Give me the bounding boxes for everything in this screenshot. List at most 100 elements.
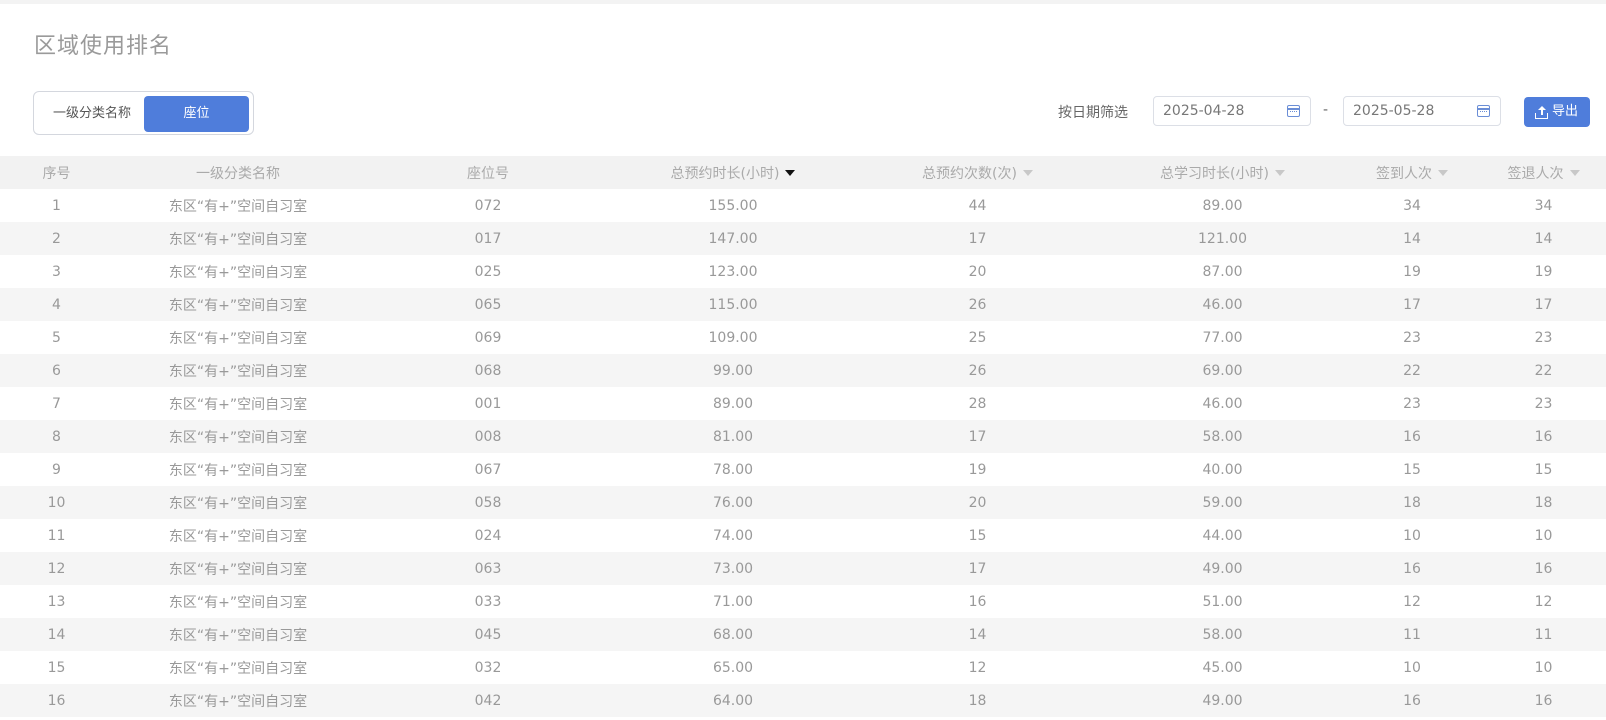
column-header[interactable]: 签退人次 bbox=[1481, 156, 1606, 189]
date-filter-label: 按日期筛选 bbox=[1058, 105, 1128, 121]
sort-caret-icon[interactable] bbox=[1274, 169, 1285, 176]
view-toggle: 一级分类名称 座位 bbox=[33, 91, 254, 135]
table-cell: 15 bbox=[1403, 461, 1421, 478]
start-date-input[interactable] bbox=[1154, 97, 1284, 125]
toggle-seat-option[interactable]: 座位 bbox=[144, 96, 249, 132]
table-row: 6 东区“有+”空间自习室 068 99.00 26 69.00 22 22 bbox=[0, 354, 1606, 387]
table-cell: 1 bbox=[52, 197, 61, 214]
table-cell: 068 bbox=[363, 354, 613, 387]
table-cell: 14 bbox=[853, 618, 1102, 651]
export-button[interactable]: 导出 bbox=[1524, 97, 1590, 127]
table-cell: 115.00 bbox=[613, 288, 853, 321]
column-header[interactable]: 总预约次数(次) bbox=[853, 156, 1102, 189]
column-header[interactable]: 签到人次 bbox=[1343, 156, 1481, 189]
table-cell: 东区“有+”空间自习室 bbox=[168, 660, 308, 677]
end-date-input[interactable] bbox=[1344, 97, 1474, 125]
table-row: 2 东区“有+”空间自习室 017 147.00 17 121.00 14 14 bbox=[0, 222, 1606, 255]
table-cell: 16 bbox=[1343, 420, 1481, 453]
table-cell: 87.00 bbox=[1202, 263, 1243, 280]
table-cell: 46.00 bbox=[1102, 288, 1343, 321]
column-header: 座位号 bbox=[363, 156, 613, 189]
table-cell: 28 bbox=[968, 395, 987, 412]
calendar-icon[interactable] bbox=[1477, 105, 1490, 117]
sort-caret-icon[interactable] bbox=[785, 169, 796, 176]
table-cell: 11 bbox=[47, 527, 66, 544]
table-cell: 东区“有+”空间自习室 bbox=[113, 486, 363, 519]
table-cell: 65.00 bbox=[712, 659, 754, 676]
table-row: 13 东区“有+”空间自习室 033 71.00 16 51.00 12 12 bbox=[0, 585, 1606, 618]
table-cell: 46.00 bbox=[1202, 395, 1243, 412]
table-cell: 19 bbox=[1403, 263, 1421, 280]
table-cell: 34 bbox=[1534, 197, 1553, 214]
table-cell: 017 bbox=[363, 222, 613, 255]
table-cell: 3 bbox=[52, 263, 61, 280]
column-header-label: 总预约次数(次) bbox=[922, 165, 1017, 182]
table-cell: 78.00 bbox=[712, 461, 754, 478]
table-cell: 058 bbox=[363, 486, 613, 519]
table-cell: 032 bbox=[474, 659, 502, 676]
table-cell: 16 bbox=[1481, 420, 1606, 453]
calendar-icon[interactable] bbox=[1287, 105, 1300, 117]
column-header[interactable]: 总学习时长(小时) bbox=[1102, 156, 1343, 189]
table-cell: 东区“有+”空间自习室 bbox=[113, 288, 363, 321]
table-row: 7 东区“有+”空间自习室 001 89.00 28 46.00 23 23 bbox=[0, 387, 1606, 420]
table-cell: 22 bbox=[1343, 354, 1481, 387]
sort-caret-icon[interactable] bbox=[1438, 169, 1448, 176]
table-cell: 123.00 bbox=[708, 263, 758, 280]
table-cell: 45.00 bbox=[1202, 659, 1243, 676]
start-date-picker[interactable] bbox=[1153, 96, 1311, 126]
table-cell: 16 bbox=[968, 593, 987, 610]
table-cell: 109.00 bbox=[708, 329, 758, 346]
table-cell: 东区“有+”空间自习室 bbox=[168, 264, 308, 281]
table-cell: 6 bbox=[0, 354, 113, 387]
table-cell: 10 bbox=[0, 486, 113, 519]
table-cell: 9 bbox=[52, 461, 61, 478]
table-cell: 024 bbox=[474, 527, 502, 544]
table-cell: 12 bbox=[0, 552, 113, 585]
table-cell: 东区“有+”空间自习室 bbox=[168, 594, 308, 611]
toggle-category-option[interactable]: 一级分类名称 bbox=[40, 96, 144, 132]
sort-caret-icon[interactable] bbox=[1022, 169, 1033, 176]
table-cell: 东区“有+”空间自习室 bbox=[168, 462, 308, 479]
table-row: 14 东区“有+”空间自习室 045 68.00 14 58.00 11 11 bbox=[0, 618, 1606, 651]
table-cell: 17 bbox=[853, 222, 1102, 255]
table-cell: 16 bbox=[0, 684, 113, 717]
table-cell: 008 bbox=[363, 420, 613, 453]
end-date-picker[interactable] bbox=[1343, 96, 1501, 126]
table-cell: 64.00 bbox=[613, 684, 853, 717]
table-cell: 10 bbox=[1534, 527, 1553, 544]
sort-caret-icon[interactable] bbox=[1569, 169, 1580, 176]
table-cell: 20 bbox=[853, 486, 1102, 519]
table-cell: 4 bbox=[0, 288, 113, 321]
table-cell: 51.00 bbox=[1202, 593, 1243, 610]
table-cell: 11 bbox=[1343, 618, 1481, 651]
table-cell: 59.00 bbox=[1102, 486, 1343, 519]
table-cell: 23 bbox=[1403, 329, 1421, 346]
table-cell: 23 bbox=[1534, 395, 1553, 412]
table-cell: 2 bbox=[0, 222, 113, 255]
table-cell: 44 bbox=[968, 197, 987, 214]
table-cell: 58.00 bbox=[1102, 618, 1343, 651]
table-cell: 49.00 bbox=[1102, 552, 1343, 585]
column-header[interactable]: 总预约时长(小时) bbox=[613, 156, 853, 189]
table-cell: 69.00 bbox=[1102, 354, 1343, 387]
table-row: 3 东区“有+”空间自习室 025 123.00 20 87.00 19 19 bbox=[0, 255, 1606, 288]
column-header-label: 序号 bbox=[42, 165, 71, 182]
table-cell: 东区“有+”空间自习室 bbox=[168, 396, 308, 413]
table-cell: 063 bbox=[363, 552, 613, 585]
column-header-label: 总预约时长(小时) bbox=[670, 165, 780, 182]
column-header: 一级分类名称 bbox=[113, 156, 363, 189]
table-cell: 18 bbox=[853, 684, 1102, 717]
upload-icon bbox=[1535, 106, 1548, 119]
table-cell: 68.00 bbox=[613, 618, 853, 651]
column-header-label: 座位号 bbox=[467, 165, 509, 182]
table-cell: 10 bbox=[1403, 659, 1421, 676]
table-cell: 19 bbox=[1534, 263, 1553, 280]
table-cell: 042 bbox=[363, 684, 613, 717]
table-cell: 23 bbox=[1534, 329, 1553, 346]
table-row: 8 东区“有+”空间自习室 008 81.00 17 58.00 16 16 bbox=[0, 420, 1606, 453]
table-cell: 77.00 bbox=[1202, 329, 1243, 346]
date-range-separator: - bbox=[1323, 102, 1329, 118]
table-cell: 19 bbox=[968, 461, 987, 478]
table-cell: 99.00 bbox=[613, 354, 853, 387]
